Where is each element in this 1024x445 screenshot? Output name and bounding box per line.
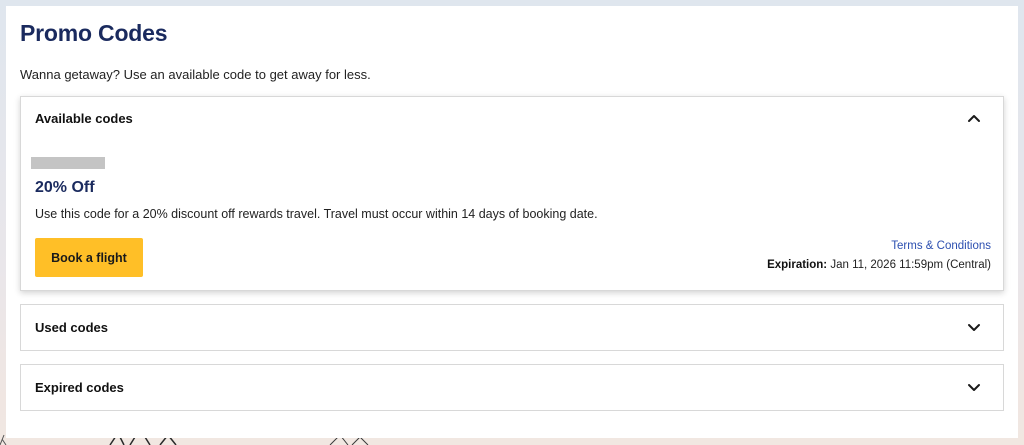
expired-codes-title: Expired codes [35,380,124,395]
book-a-flight-button[interactable]: Book a flight [35,238,143,277]
chevron-down-icon[interactable] [967,383,981,393]
page-subtitle: Wanna getaway? Use an available code to … [20,67,371,82]
promo-description: Use this code for a 20% discount off rew… [35,207,598,221]
terms-and-conditions-link[interactable]: Terms & Conditions [891,240,991,252]
available-codes-section: Available codes 20% Off Use this code fo… [20,96,1004,291]
used-codes-section[interactable]: Used codes [20,304,1004,351]
promo-codes-panel: Promo Codes Wanna getaway? Use an availa… [6,6,1018,438]
chevron-up-icon[interactable] [967,113,981,123]
used-codes-title: Used codes [35,320,108,335]
chevron-down-icon[interactable] [967,323,981,333]
expiration-value: Jan 11, 2026 11:59pm (Central) [830,259,991,271]
promo-expiration: Expiration: Jan 11, 2026 11:59pm (Centra… [767,259,991,271]
redacted-promo-code [31,157,105,169]
promo-discount-title: 20% Off [35,179,95,196]
expired-codes-section[interactable]: Expired codes [20,364,1004,411]
expired-codes-header[interactable]: Expired codes [21,365,1003,409]
page-title: Promo Codes [20,20,168,46]
available-codes-header[interactable]: Available codes [21,97,1003,141]
available-codes-title: Available codes [35,111,133,126]
used-codes-header[interactable]: Used codes [21,305,1003,349]
expiration-label: Expiration: [767,259,828,271]
